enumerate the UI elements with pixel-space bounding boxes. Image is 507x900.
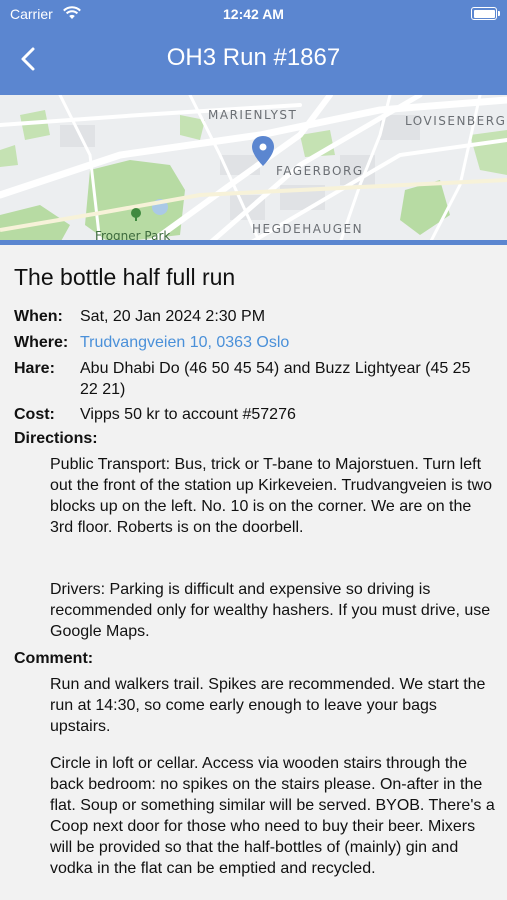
when-label: When: [14, 308, 63, 325]
map-canvas: MARIENLYST LOVISENBERG FAGERBORG HEGDEHA… [0, 95, 507, 243]
battery-icon [471, 7, 500, 20]
directions-public-transport: Public Transport: Bus, trick or T-bane t… [50, 456, 493, 536]
event-title: The bottle half full run [14, 264, 236, 290]
map-label-fagerborg: FAGERBORG [276, 164, 364, 178]
map-label-hegdehaugen: HEGDEHAUGEN [252, 222, 363, 236]
comment-run-info: Run and walkers trail. Spikes are recomm… [50, 676, 486, 735]
where-label: Where: [14, 334, 69, 351]
where-address-link[interactable]: Trudvangveien 10, 0363 Oslo [80, 332, 500, 353]
hare-value: Abu Dhabi Do (46 50 45 54) and Buzz Ligh… [80, 360, 471, 398]
hare-label: Hare: [14, 360, 55, 377]
cost-label: Cost: [14, 406, 55, 423]
comment-circle-info: Circle in loft or cellar. Access via woo… [50, 755, 495, 877]
status-bar: Carrier 12:42 AM [0, 0, 507, 28]
cost-value: Vipps 50 kr to account #57276 [80, 406, 296, 423]
navigation-bar: OH3 Run #1867 [0, 28, 507, 90]
map-label-lovisenberg: LOVISENBERG [405, 114, 506, 128]
directions-drivers: Drivers: Parking is difficult and expens… [50, 581, 491, 640]
status-time: 12:42 AM [223, 6, 284, 22]
page-title: OH3 Run #1867 [166, 44, 341, 71]
location-map[interactable]: MARIENLYST LOVISENBERG FAGERBORG HEGDEHA… [0, 95, 507, 243]
comment-label: Comment: [14, 650, 94, 667]
when-value: Sat, 20 Jan 2024 2:30 PM [80, 308, 266, 325]
event-details: The bottle half full run When: Sat, 20 J… [0, 245, 507, 900]
directions-label: Directions: [14, 430, 98, 447]
top-bar: Carrier 12:42 AM OH3 Run #1867 [0, 0, 507, 95]
map-label-marienlyst: MARIENLYST [208, 108, 297, 122]
